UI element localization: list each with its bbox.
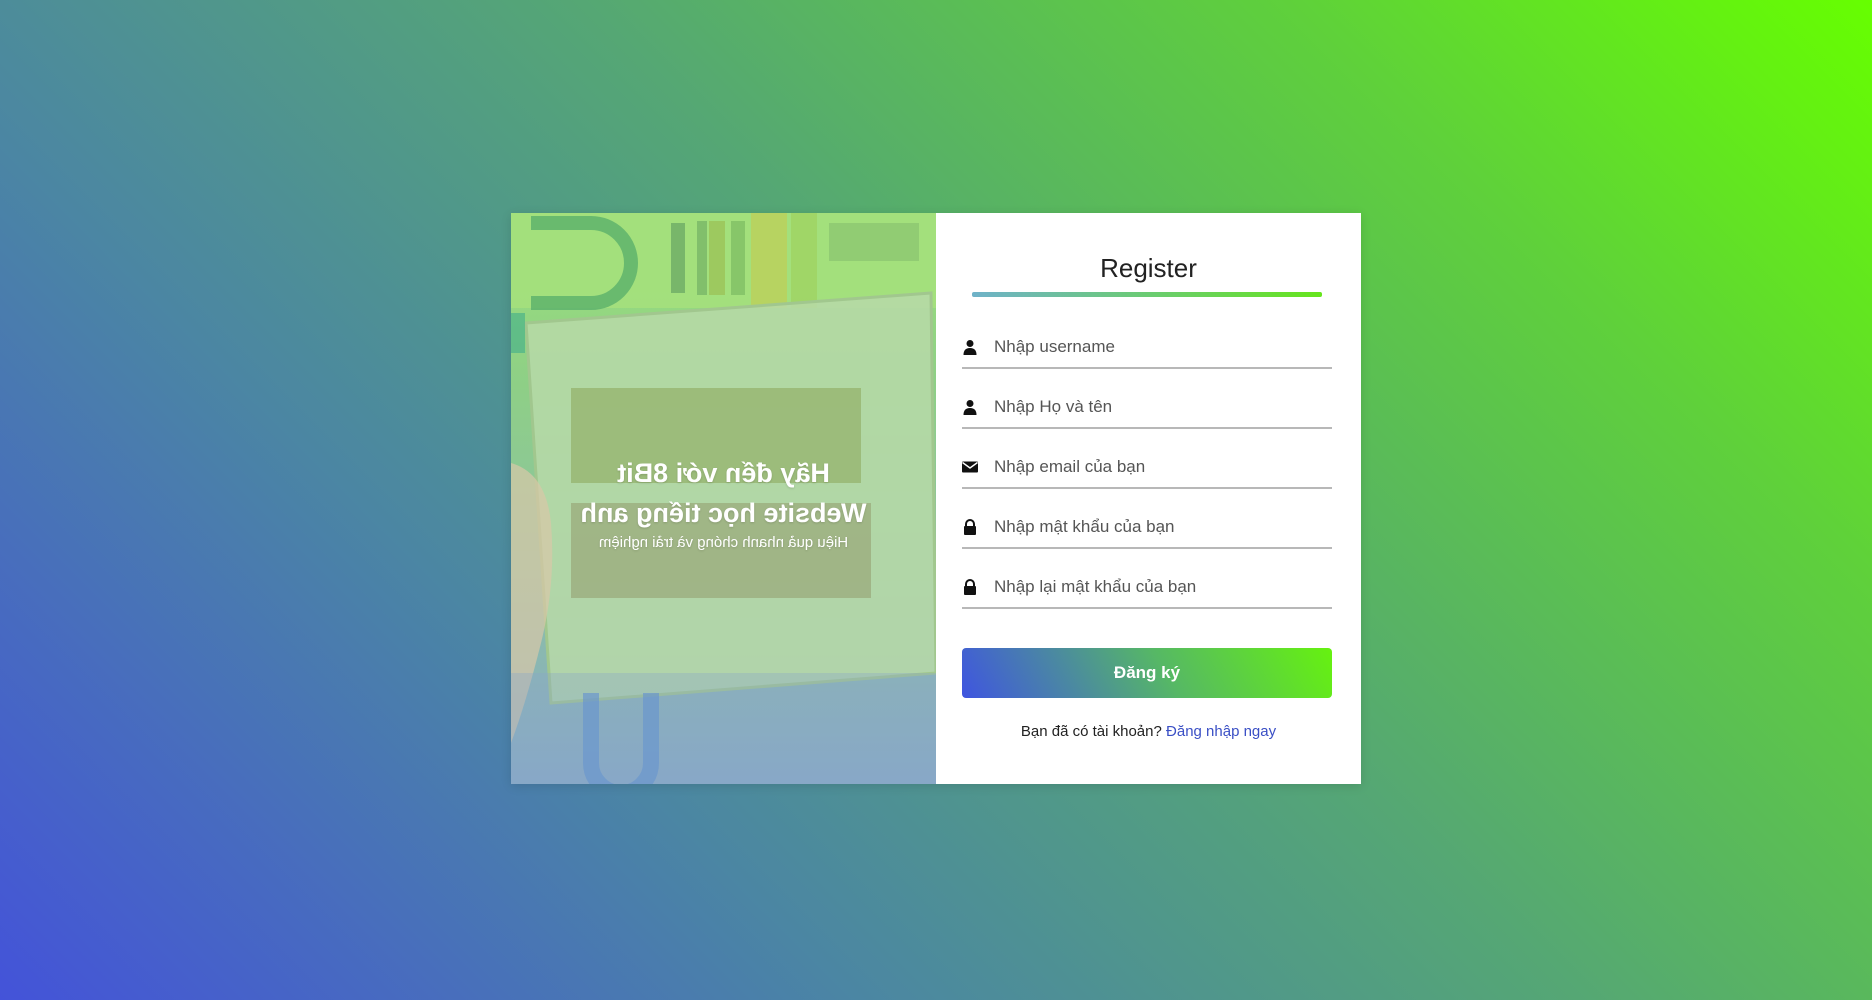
user-icon bbox=[963, 400, 977, 415]
lock-icon bbox=[964, 579, 976, 595]
banner-subtitle: Hiệu quả nhanh chóng và trải nghiệm bbox=[598, 534, 849, 551]
register-form: Register Nhập username Nhập Họ và tên Nh… bbox=[936, 213, 1361, 784]
username-input[interactable] bbox=[992, 331, 1331, 363]
title-underline bbox=[972, 292, 1322, 297]
banner-line-2: Website học tiếng anh bbox=[580, 498, 867, 528]
fullname-input[interactable] bbox=[992, 391, 1331, 423]
confirm-password-field bbox=[962, 567, 1332, 609]
banner-text: Hãy đến với 8Bit Website học tiếng anh H… bbox=[511, 453, 936, 553]
banner-line-1: Hãy đến với 8Bit bbox=[617, 458, 830, 488]
login-prompt-line: Bạn đã có tài khoản? Đăng nhập ngay bbox=[936, 723, 1361, 740]
username-field bbox=[962, 327, 1332, 369]
password-input[interactable] bbox=[992, 511, 1331, 543]
email-input[interactable] bbox=[992, 451, 1331, 483]
login-link[interactable]: Đăng nhập ngay bbox=[1166, 723, 1276, 740]
fullname-field bbox=[962, 387, 1332, 429]
email-field bbox=[962, 447, 1332, 489]
password-field bbox=[962, 507, 1332, 549]
form-title: Register bbox=[1100, 253, 1197, 283]
user-icon bbox=[963, 340, 977, 355]
confirm-password-input[interactable] bbox=[992, 571, 1331, 603]
register-button[interactable]: Đăng ký bbox=[962, 648, 1332, 698]
login-prompt-text: Bạn đã có tài khoản? bbox=[1020, 723, 1162, 740]
lock-icon bbox=[964, 519, 976, 535]
envelope-icon bbox=[962, 461, 978, 473]
banner-panel: Hãy đến với 8Bit Website học tiếng anh H… bbox=[511, 213, 936, 784]
register-card: Hãy đến với 8Bit Website học tiếng anh H… bbox=[511, 213, 1361, 784]
